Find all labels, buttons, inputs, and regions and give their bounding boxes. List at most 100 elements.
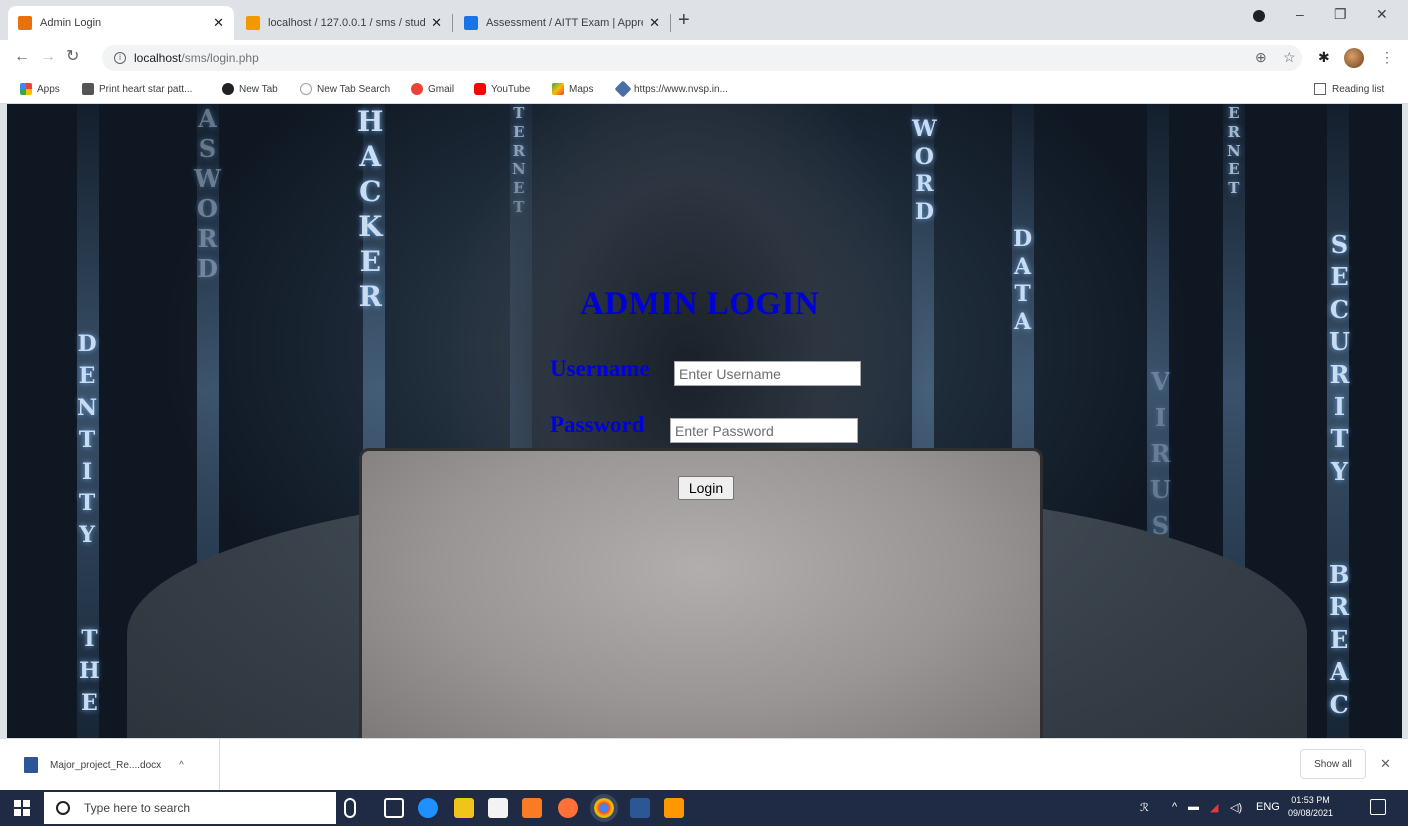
bookmarks-bar: Apps Print heart star patt... New Tab Ne… bbox=[0, 76, 1408, 104]
bookmark-label: New Tab Search bbox=[317, 83, 391, 95]
bookmark-label: YouTube bbox=[491, 83, 531, 95]
file-explorer-icon[interactable] bbox=[454, 798, 474, 818]
chrome-icon bbox=[222, 83, 234, 95]
menu-kebab-icon[interactable]: ⋮ bbox=[1380, 49, 1394, 65]
page-title: ADMIN LOGIN bbox=[580, 286, 820, 322]
password-label: Password bbox=[550, 412, 645, 437]
taskbar-search-placeholder: Type here to search bbox=[84, 801, 191, 815]
bookmark-label: Print heart star patt... bbox=[99, 83, 193, 95]
bookmark-star-icon[interactable]: ☆ bbox=[1283, 49, 1296, 65]
assessment-favicon-icon bbox=[464, 16, 478, 30]
login-button[interactable]: Login bbox=[678, 476, 734, 500]
firefox-icon[interactable] bbox=[558, 798, 578, 818]
tab-phpmyadmin[interactable]: localhost / 127.0.0.1 / sms / stud ✕ bbox=[236, 6, 452, 40]
login-page: HACKER WORD DATA SECURITY BREAC ASWORD D… bbox=[7, 104, 1402, 738]
bookmark-maps[interactable]: Maps bbox=[552, 83, 593, 95]
bookmark-label: https://www.nvsp.in... bbox=[634, 83, 728, 95]
browser-toolbar: ← → ↻ i localhost/sms/login.php ⊕ ☆ ✱ ⋮ bbox=[0, 40, 1408, 76]
bookmark-new-tab-search[interactable]: New Tab Search bbox=[300, 83, 390, 95]
bg-word-the: THE bbox=[79, 626, 100, 716]
battery-icon[interactable]: ▬ bbox=[1188, 801, 1199, 813]
tab-strip: Admin Login ✕ localhost / 127.0.0.1 / sm… bbox=[0, 0, 1408, 40]
word-icon[interactable] bbox=[630, 798, 650, 818]
store-icon[interactable] bbox=[488, 798, 508, 818]
edge-icon[interactable] bbox=[418, 798, 438, 818]
clock[interactable]: 01:53 PM 09/08/2021 bbox=[1288, 794, 1333, 820]
bg-word-data: DATA bbox=[1013, 226, 1033, 335]
google-g-icon bbox=[411, 83, 423, 95]
password-input[interactable] bbox=[670, 418, 858, 443]
apps-grid-icon bbox=[20, 83, 32, 95]
bg-word-virus: VIRUS bbox=[1150, 367, 1171, 540]
taskbar-search[interactable]: Type here to search bbox=[44, 792, 336, 824]
bookmark-youtube[interactable]: YouTube bbox=[474, 83, 530, 95]
close-tab-icon[interactable]: ✕ bbox=[649, 15, 660, 31]
download-item[interactable]: Major_project_Re....docx ^ bbox=[14, 739, 220, 791]
tab-assessment[interactable]: Assessment / AITT Exam | Appre ✕ bbox=[454, 6, 670, 40]
search-icon bbox=[300, 83, 312, 95]
reading-list-icon bbox=[1314, 83, 1326, 95]
site-info-icon[interactable]: i bbox=[114, 52, 126, 64]
bookmark-nvsp[interactable]: https://www.nvsp.in... bbox=[614, 80, 728, 98]
bg-word-password: ASWORD bbox=[194, 104, 221, 283]
back-arrow-icon[interactable]: ← bbox=[14, 48, 30, 66]
close-tab-icon[interactable]: ✕ bbox=[431, 15, 442, 31]
reading-list-label: Reading list bbox=[1332, 83, 1385, 95]
download-filename: Major_project_Re....docx bbox=[50, 759, 162, 771]
chrome-icon[interactable] bbox=[594, 798, 614, 818]
bg-word-breach: BREAC bbox=[1329, 560, 1350, 719]
network-icon[interactable]: ◢ bbox=[1210, 801, 1218, 814]
bg-word-security: SECURITY bbox=[1329, 230, 1350, 486]
tray-chevron-icon[interactable]: ^ bbox=[1172, 801, 1177, 813]
show-all-button[interactable]: Show all bbox=[1300, 749, 1366, 779]
windows-taskbar: Type here to search ℛ ^ ▬ ◢ ◁) ENG 01:53… bbox=[0, 790, 1408, 826]
downloads-bar: Major_project_Re....docx ^ Show all ✕ bbox=[0, 738, 1408, 791]
bookmark-gmail[interactable]: Gmail bbox=[411, 83, 454, 95]
task-view-icon[interactable] bbox=[384, 798, 404, 818]
nvsp-icon bbox=[614, 80, 632, 98]
bg-word-ernet: ERNET bbox=[1227, 104, 1241, 197]
minimize-icon[interactable]: – bbox=[1296, 6, 1304, 22]
new-tab-plus-icon[interactable]: + bbox=[678, 10, 690, 30]
close-window-icon[interactable]: ✕ bbox=[1376, 6, 1388, 23]
windows-start-icon[interactable] bbox=[14, 800, 30, 816]
tab-search-icon[interactable] bbox=[1253, 10, 1265, 22]
word-document-icon bbox=[24, 757, 38, 773]
youtube-icon bbox=[474, 83, 486, 95]
notification-icon[interactable] bbox=[1370, 799, 1386, 815]
tab-admin-login[interactable]: Admin Login ✕ bbox=[8, 6, 234, 40]
forward-arrow-icon[interactable]: → bbox=[40, 48, 56, 66]
cortana-icon bbox=[56, 801, 70, 815]
extensions-puzzle-icon[interactable]: ✱ bbox=[1318, 49, 1330, 65]
phpmyadmin-favicon-icon bbox=[246, 16, 260, 30]
sublime-text-icon[interactable] bbox=[664, 798, 684, 818]
chevron-up-icon[interactable]: ^ bbox=[179, 760, 184, 771]
url-host: localhost bbox=[134, 51, 182, 65]
xampp-icon[interactable] bbox=[522, 798, 542, 818]
close-tab-icon[interactable]: ✕ bbox=[213, 15, 224, 31]
xampp-favicon-icon bbox=[18, 16, 32, 30]
bookmark-apps[interactable]: Apps bbox=[20, 83, 60, 95]
language-indicator[interactable]: ENG bbox=[1256, 801, 1280, 813]
bookmark-label: Maps bbox=[569, 83, 594, 95]
profile-avatar[interactable] bbox=[1344, 48, 1364, 68]
address-bar[interactable]: i localhost/sms/login.php bbox=[102, 45, 1302, 71]
volume-icon[interactable]: ◁) bbox=[1230, 801, 1242, 814]
microphone-icon[interactable] bbox=[344, 798, 356, 818]
bg-word-hacker: HACKER bbox=[357, 105, 384, 313]
bookmark-new-tab[interactable]: New Tab bbox=[222, 83, 278, 95]
reload-icon[interactable]: ↻ bbox=[66, 48, 79, 66]
td-favicon-icon bbox=[82, 83, 94, 95]
zoom-icon[interactable]: ⊕ bbox=[1255, 49, 1267, 65]
username-label: Username bbox=[550, 356, 650, 381]
bookmark-print-heart[interactable]: Print heart star patt... bbox=[82, 83, 192, 95]
clock-date: 09/08/2021 bbox=[1288, 808, 1334, 818]
bookmark-label: Gmail bbox=[428, 83, 455, 95]
close-downloads-icon[interactable]: ✕ bbox=[1380, 756, 1391, 772]
bookmark-label: New Tab bbox=[239, 83, 278, 95]
reading-list[interactable]: Reading list bbox=[1314, 83, 1384, 95]
maximize-icon[interactable]: ❐ bbox=[1334, 6, 1347, 23]
tab-title: Admin Login bbox=[40, 17, 102, 29]
username-input[interactable] bbox=[674, 361, 861, 386]
people-icon[interactable]: ℛ bbox=[1140, 801, 1149, 814]
